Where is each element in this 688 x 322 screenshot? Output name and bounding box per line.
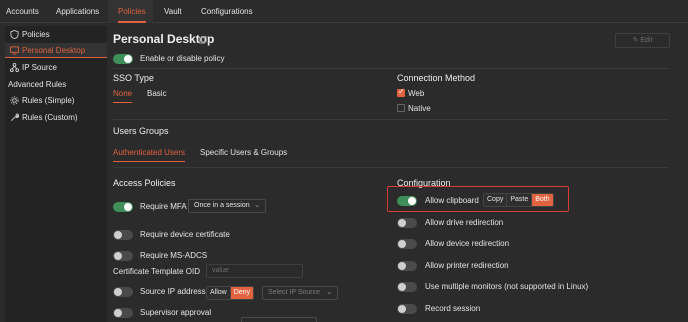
require-adcs-label: Require MS-ADCS bbox=[140, 251, 208, 260]
sso-option-none[interactable]: None bbox=[113, 89, 133, 103]
native-label: Native bbox=[408, 104, 431, 113]
sidebar-item-label: Rules (Simple) bbox=[22, 96, 75, 105]
access-policies-heading: Access Policies bbox=[113, 178, 176, 188]
connection-heading: Connection Method bbox=[397, 73, 476, 83]
supervisor-label: Supervisor approval bbox=[140, 308, 212, 317]
wrench-icon bbox=[11, 113, 19, 121]
sidebar-item-label: Personal Desktop bbox=[22, 46, 86, 55]
clipboard-label: Allow clipboard bbox=[425, 196, 479, 205]
sidebar-item-rules-simple[interactable]: Rules (Simple) bbox=[5, 93, 107, 108]
chevron-down-icon: ⌄ bbox=[326, 289, 332, 296]
both-option[interactable]: Both bbox=[532, 194, 553, 206]
cert-oid-input[interactable]: value bbox=[206, 264, 303, 278]
paste-option[interactable]: Paste bbox=[507, 194, 533, 206]
network-icon bbox=[10, 63, 19, 72]
monitor-icon bbox=[10, 46, 19, 55]
sso-option-basic[interactable]: Basic bbox=[147, 89, 167, 98]
shield-icon bbox=[10, 30, 19, 39]
divider bbox=[113, 68, 669, 69]
sidebar-item-label: Policies bbox=[22, 30, 50, 39]
require-mfa-toggle[interactable] bbox=[113, 202, 133, 212]
multiple-monitors-label: Use multiple monitors (not supported in … bbox=[425, 282, 589, 291]
edit-button[interactable]: ✎ Edit bbox=[615, 33, 670, 48]
divider bbox=[113, 119, 669, 120]
tab-vault[interactable]: Vault bbox=[164, 0, 182, 23]
top-nav: Accounts Applications Policies Vault Con… bbox=[0, 0, 688, 23]
sso-heading: SSO Type bbox=[113, 73, 154, 83]
native-checkbox[interactable] bbox=[397, 104, 405, 112]
allow-option[interactable]: Allow bbox=[207, 287, 231, 299]
device-redirection-label: Allow device redirection bbox=[425, 239, 510, 248]
source-ip-mode-segment: Allow Deny bbox=[206, 286, 255, 300]
users-groups-heading: Users Groups bbox=[113, 126, 169, 136]
record-session-label: Record session bbox=[425, 304, 481, 313]
cert-oid-label: Certificate Template OID bbox=[113, 267, 200, 276]
enable-policy-label: Enable or disable policy bbox=[140, 54, 225, 63]
sidebar-item-label: Rules (Custom) bbox=[22, 113, 78, 122]
require-cert-toggle[interactable] bbox=[113, 230, 133, 240]
tab-specific-users-groups[interactable]: Specific Users & Groups bbox=[200, 148, 287, 157]
enable-policy-toggle[interactable] bbox=[113, 54, 133, 64]
tab-accounts[interactable]: Accounts bbox=[6, 0, 39, 23]
sidebar-item-personal-desktop[interactable]: Personal Desktop bbox=[5, 43, 107, 58]
tab-configurations[interactable]: Configurations bbox=[201, 0, 253, 23]
web-checkbox[interactable] bbox=[397, 87, 405, 97]
printer-redirection-label: Allow printer redirection bbox=[425, 261, 509, 270]
mfa-frequency-select[interactable]: Once in a session ⌄ bbox=[188, 199, 266, 213]
clipboard-toggle[interactable] bbox=[397, 196, 417, 206]
tab-authenticated-users[interactable]: Authenticated Users bbox=[113, 148, 186, 162]
source-ip-toggle[interactable] bbox=[113, 287, 133, 297]
supervisor-select[interactable] bbox=[241, 317, 317, 322]
clipboard-mode-segment: Copy Paste Both bbox=[483, 193, 554, 207]
multiple-monitors-toggle[interactable] bbox=[397, 282, 417, 292]
sidebar-section-advanced-rules: Advanced Rules bbox=[8, 80, 67, 89]
require-cert-label: Require device certificate bbox=[140, 230, 230, 239]
main-panel: Personal Desktop ✎ Edit Enable or disabl… bbox=[108, 23, 688, 322]
require-mfa-label: Require MFA bbox=[140, 202, 187, 211]
sidebar-item-label: IP Source bbox=[22, 63, 57, 72]
sidebar-item-policies[interactable]: Policies bbox=[5, 27, 107, 42]
record-session-toggle[interactable] bbox=[397, 304, 417, 314]
supervisor-toggle[interactable] bbox=[113, 308, 133, 318]
copy-option[interactable]: Copy bbox=[484, 194, 508, 206]
tab-policies[interactable]: Policies bbox=[118, 0, 146, 23]
device-redirection-toggle[interactable] bbox=[397, 239, 417, 249]
gear-icon bbox=[10, 96, 19, 105]
deny-option[interactable]: Deny bbox=[230, 287, 254, 299]
printer-redirection-toggle[interactable] bbox=[397, 261, 417, 271]
drive-redirection-toggle[interactable] bbox=[397, 218, 417, 228]
sidebar-item-rules-custom[interactable]: Rules (Custom) bbox=[5, 110, 107, 125]
divider bbox=[113, 167, 669, 168]
web-label: Web bbox=[408, 89, 425, 98]
ip-source-select[interactable]: Select IP Source ⌄ bbox=[262, 286, 338, 300]
sidebar: Policies Personal Desktop IP Source Adva… bbox=[5, 26, 107, 322]
source-ip-label: Source IP address bbox=[140, 287, 206, 296]
drive-redirection-label: Allow drive redirection bbox=[425, 218, 504, 227]
sidebar-item-ip-source[interactable]: IP Source bbox=[5, 60, 107, 75]
chevron-down-icon: ⌄ bbox=[254, 202, 260, 209]
copy-icon[interactable] bbox=[199, 36, 207, 44]
require-adcs-toggle[interactable] bbox=[113, 251, 133, 261]
edit-label: Edit bbox=[640, 37, 653, 44]
mfa-frequency-value: Once in a session bbox=[194, 202, 250, 209]
ip-source-value: Select IP Source bbox=[268, 289, 321, 296]
tab-applications[interactable]: Applications bbox=[56, 0, 99, 23]
